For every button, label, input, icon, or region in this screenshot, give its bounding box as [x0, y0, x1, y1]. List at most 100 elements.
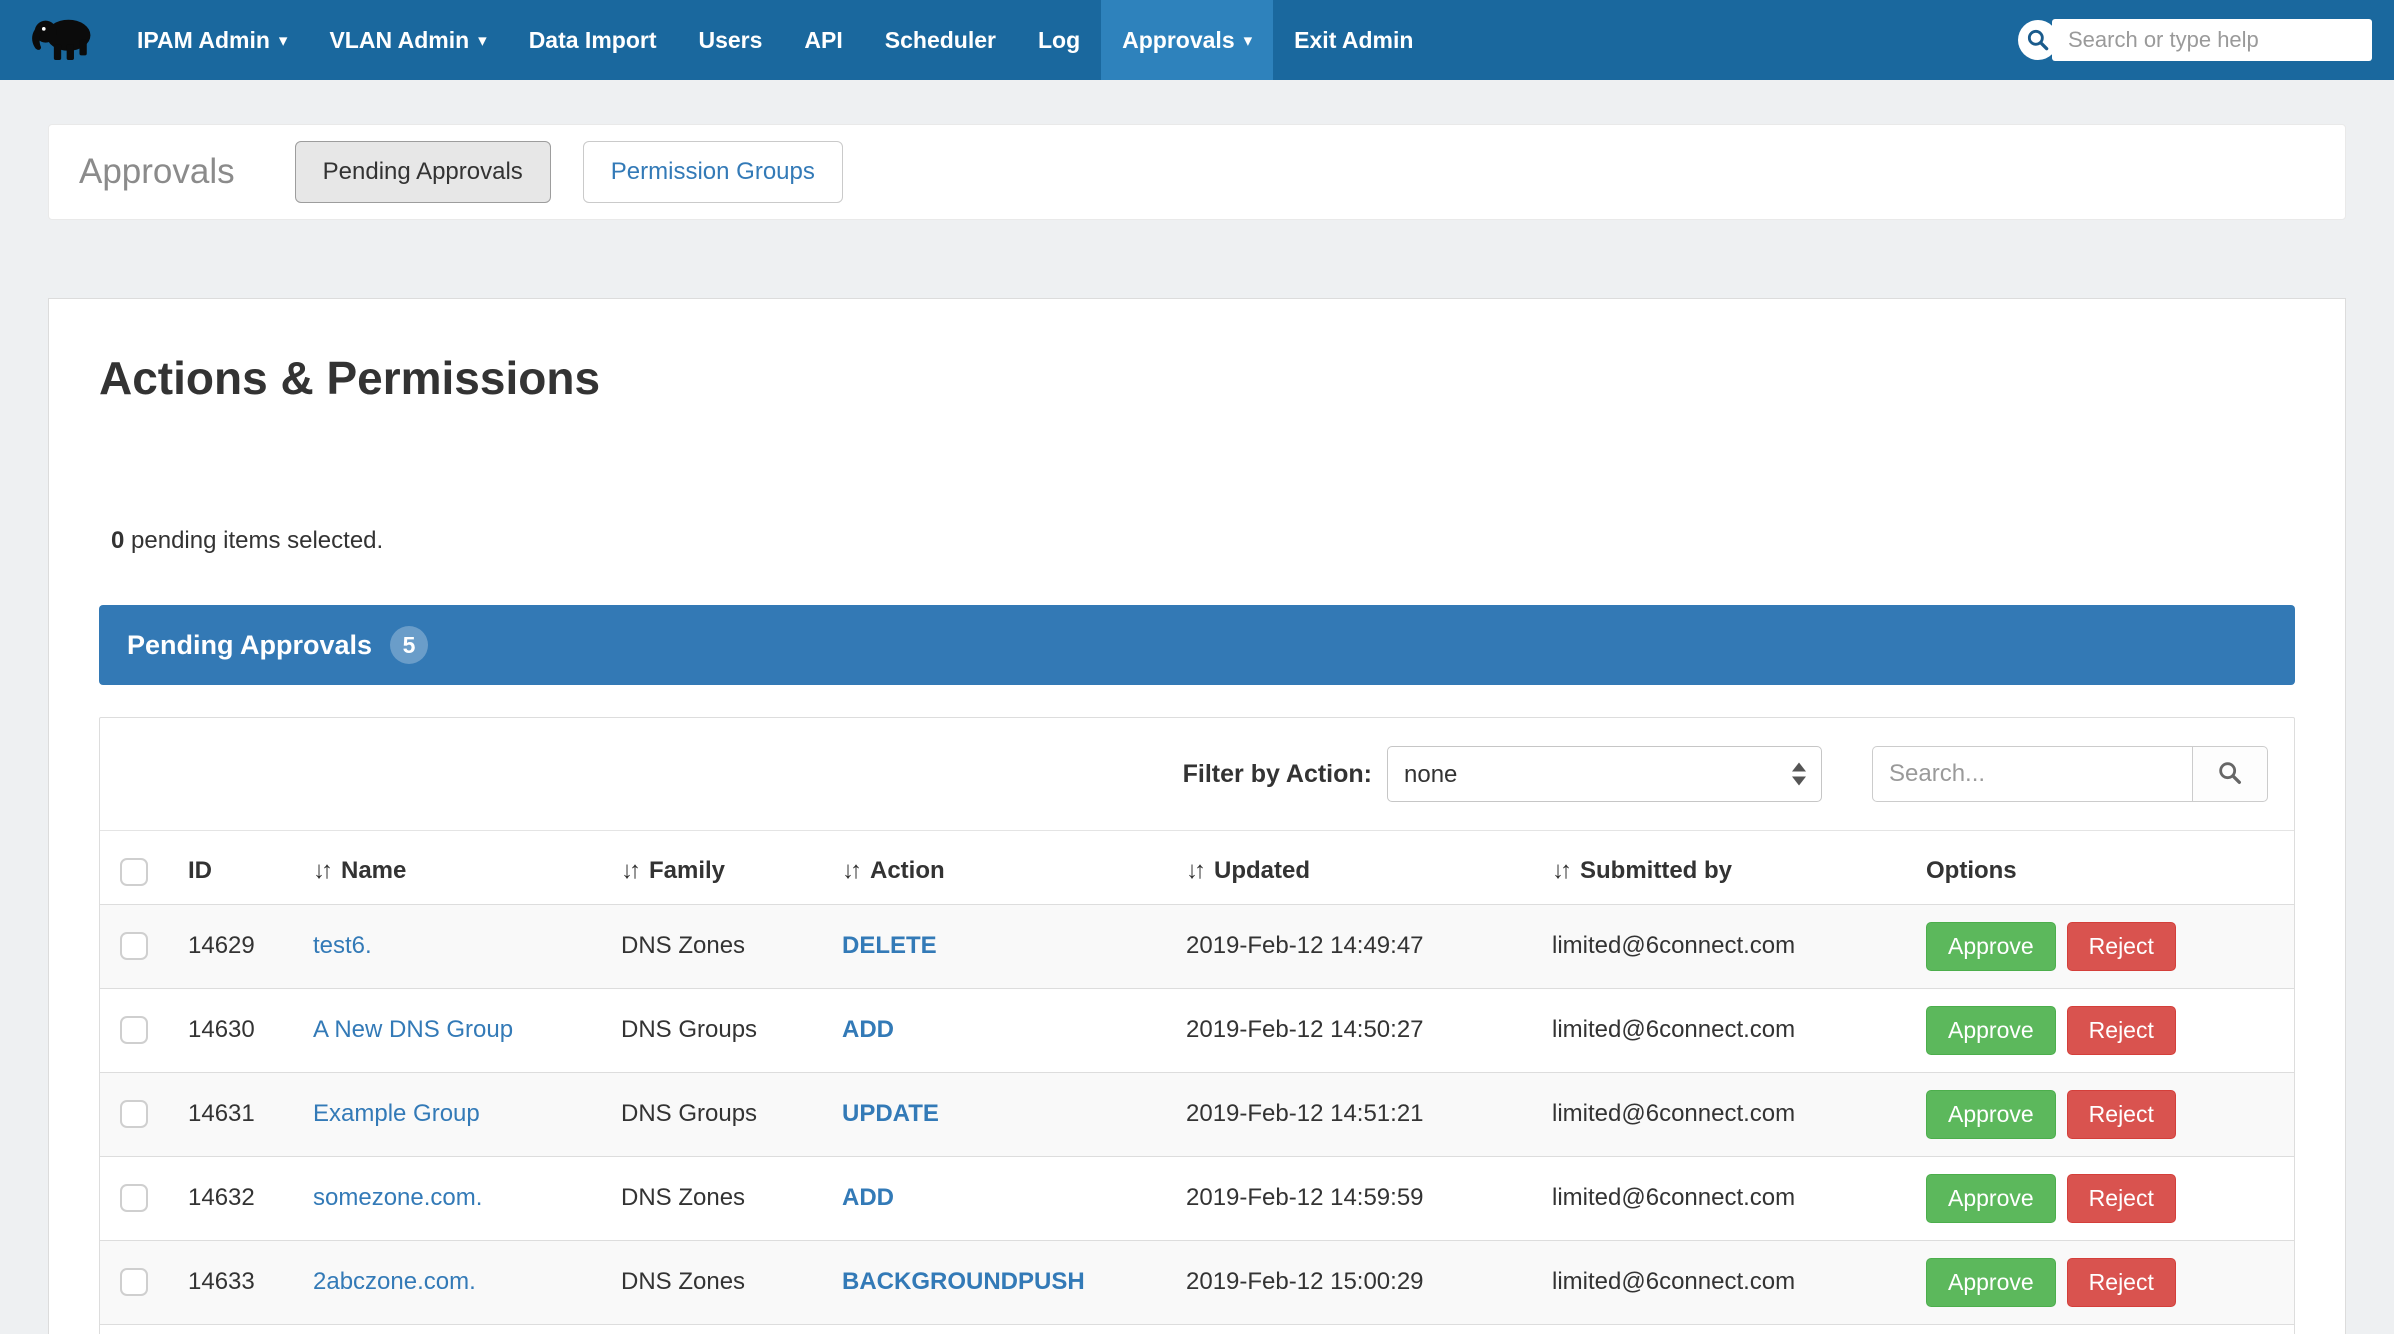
cell-family: DNS Zones: [605, 1240, 826, 1324]
nav-label: API: [804, 27, 842, 54]
cell-options: Approve Reject: [1910, 1072, 2294, 1156]
action-link[interactable]: BACKGROUNDPUSH: [842, 1268, 1085, 1295]
provision-logo[interactable]: [20, 14, 106, 67]
tab-permission-groups[interactable]: Permission Groups: [583, 141, 843, 203]
selected-count-line: 0 pending items selected.: [111, 527, 2295, 555]
reject-button[interactable]: Reject: [2067, 1258, 2176, 1307]
pending-approvals-header: Pending Approvals 5: [99, 605, 2295, 685]
approve-button[interactable]: Approve: [1926, 1090, 2056, 1139]
cell-submitted-by: limited@6connect.com: [1536, 904, 1910, 988]
action-link[interactable]: ADD: [842, 1184, 894, 1211]
top-navbar: IPAM Admin ▾ VLAN Admin ▾ Data Import Us…: [0, 0, 2394, 80]
pending-count-badge: 5: [390, 626, 428, 664]
reject-button[interactable]: Reject: [2067, 1090, 2176, 1139]
cell-options: Approve Reject: [1910, 904, 2294, 988]
cell-action: ADD: [826, 988, 1170, 1072]
approve-button[interactable]: Approve: [1926, 1006, 2056, 1055]
cell-name: Example Group: [297, 1072, 605, 1156]
cell-id: 14633: [172, 1240, 297, 1324]
name-link[interactable]: somezone.com.: [313, 1184, 482, 1211]
filter-action-select-wrap: none: [1387, 746, 1822, 802]
header-label: Name: [341, 857, 406, 884]
cell-options: Approve Reject: [1910, 988, 2294, 1072]
nav-label: IPAM Admin: [137, 27, 270, 54]
table-row: 14630 A New DNS Group DNS Groups ADD 201…: [100, 988, 2294, 1072]
caret-down-icon: ▾: [279, 32, 288, 49]
nav-item-users[interactable]: Users: [677, 0, 783, 80]
header-updated[interactable]: ↓↑Updated: [1170, 831, 1536, 904]
action-link[interactable]: ADD: [842, 1016, 894, 1043]
mammoth-logo-icon: [31, 14, 95, 67]
reject-button[interactable]: Reject: [2067, 1006, 2176, 1055]
cell-name: test6.: [297, 904, 605, 988]
approve-button[interactable]: Approve: [1926, 922, 2056, 971]
reject-button[interactable]: Reject: [2067, 1174, 2176, 1223]
header-label: Action: [870, 857, 945, 884]
help-search-input[interactable]: [2052, 19, 2372, 61]
row-checkbox[interactable]: [120, 1184, 148, 1212]
header-label: Submitted by: [1580, 857, 1732, 884]
cell-name: somezone.com.: [297, 1156, 605, 1240]
nav-item-scheduler[interactable]: Scheduler: [864, 0, 1017, 80]
reject-button[interactable]: Reject: [2067, 922, 2176, 971]
header-family[interactable]: ↓↑ Family: [605, 831, 826, 904]
approvals-table-container: Filter by Action: none: [99, 717, 2295, 1334]
header-name[interactable]: ↓↑Name: [297, 831, 605, 904]
header-id: ID: [172, 831, 297, 904]
header-label: Family: [649, 857, 725, 884]
row-checkbox[interactable]: [120, 1016, 148, 1044]
page-title: Approvals: [79, 152, 235, 192]
header-action[interactable]: ↓↑Action: [826, 831, 1170, 904]
cell-id: 14632: [172, 1156, 297, 1240]
table-search-button[interactable]: [2192, 746, 2268, 802]
nav-label: Exit Admin: [1294, 27, 1413, 54]
nav-item-api[interactable]: API: [783, 0, 863, 80]
row-checkbox[interactable]: [120, 932, 148, 960]
cell-name: A New DNS Group: [297, 988, 605, 1072]
nav-item-approvals[interactable]: Approvals ▾: [1101, 0, 1273, 80]
cell-family: DNS Zones: [605, 904, 826, 988]
cell-select: [100, 988, 172, 1072]
approvals-subheader: Approvals Pending Approvals Permission G…: [48, 124, 2346, 220]
header-submitted-by[interactable]: ↓↑ Submitted by: [1536, 831, 1910, 904]
selected-count-text: pending items selected.: [124, 527, 383, 554]
header-options: Options: [1910, 831, 2294, 904]
name-link[interactable]: 2abczone.com.: [313, 1268, 476, 1295]
nav-item-log[interactable]: Log: [1017, 0, 1101, 80]
name-link[interactable]: test6.: [313, 932, 372, 959]
row-checkbox[interactable]: [120, 1100, 148, 1128]
cell-name: 2abczone.com.: [297, 1240, 605, 1324]
select-all-checkbox[interactable]: [120, 858, 148, 886]
table-row: 14632 somezone.com. DNS Zones ADD 2019-F…: [100, 1156, 2294, 1240]
action-link[interactable]: DELETE: [842, 932, 937, 959]
action-link[interactable]: UPDATE: [842, 1100, 939, 1127]
cell-options: Approve Reject: [1910, 1156, 2294, 1240]
nav-item-exit-admin[interactable]: Exit Admin: [1273, 0, 1434, 80]
nav-item-vlan-admin[interactable]: VLAN Admin ▾: [308, 0, 507, 80]
tab-pending-approvals[interactable]: Pending Approvals: [295, 141, 551, 203]
name-link[interactable]: Example Group: [313, 1100, 480, 1127]
nav-item-ipam-admin[interactable]: IPAM Admin ▾: [116, 0, 308, 80]
approve-button[interactable]: Approve: [1926, 1174, 2056, 1223]
name-link[interactable]: A New DNS Group: [313, 1016, 513, 1043]
cell-select: [100, 1072, 172, 1156]
search-icon[interactable]: [2018, 20, 2058, 60]
row-checkbox[interactable]: [120, 1268, 148, 1296]
table-search-group: [1872, 746, 2268, 802]
section-heading: Actions & Permissions: [99, 351, 2295, 405]
nav-item-data-import[interactable]: Data Import: [508, 0, 678, 80]
sort-icon: ↓↑: [1552, 857, 1568, 884]
nav-label: Users: [698, 27, 762, 54]
search-icon: [2216, 759, 2244, 790]
filter-action-select[interactable]: none: [1387, 746, 1822, 802]
cell-family: DNS Zones: [605, 1156, 826, 1240]
approve-button[interactable]: Approve: [1926, 1258, 2056, 1307]
cell-updated: 2019-Feb-12 15:00:29: [1170, 1240, 1536, 1324]
table-row: 14631 Example Group DNS Groups UPDATE 20…: [100, 1072, 2294, 1156]
cell-submitted-by: limited@6connect.com: [1536, 1156, 1910, 1240]
nav-label: Approvals: [1122, 27, 1234, 54]
cell-family: DNS Groups: [605, 988, 826, 1072]
nav-label: Data Import: [529, 27, 657, 54]
table-search-input[interactable]: [1872, 746, 2192, 802]
sort-icon: ↓↑: [621, 857, 637, 884]
